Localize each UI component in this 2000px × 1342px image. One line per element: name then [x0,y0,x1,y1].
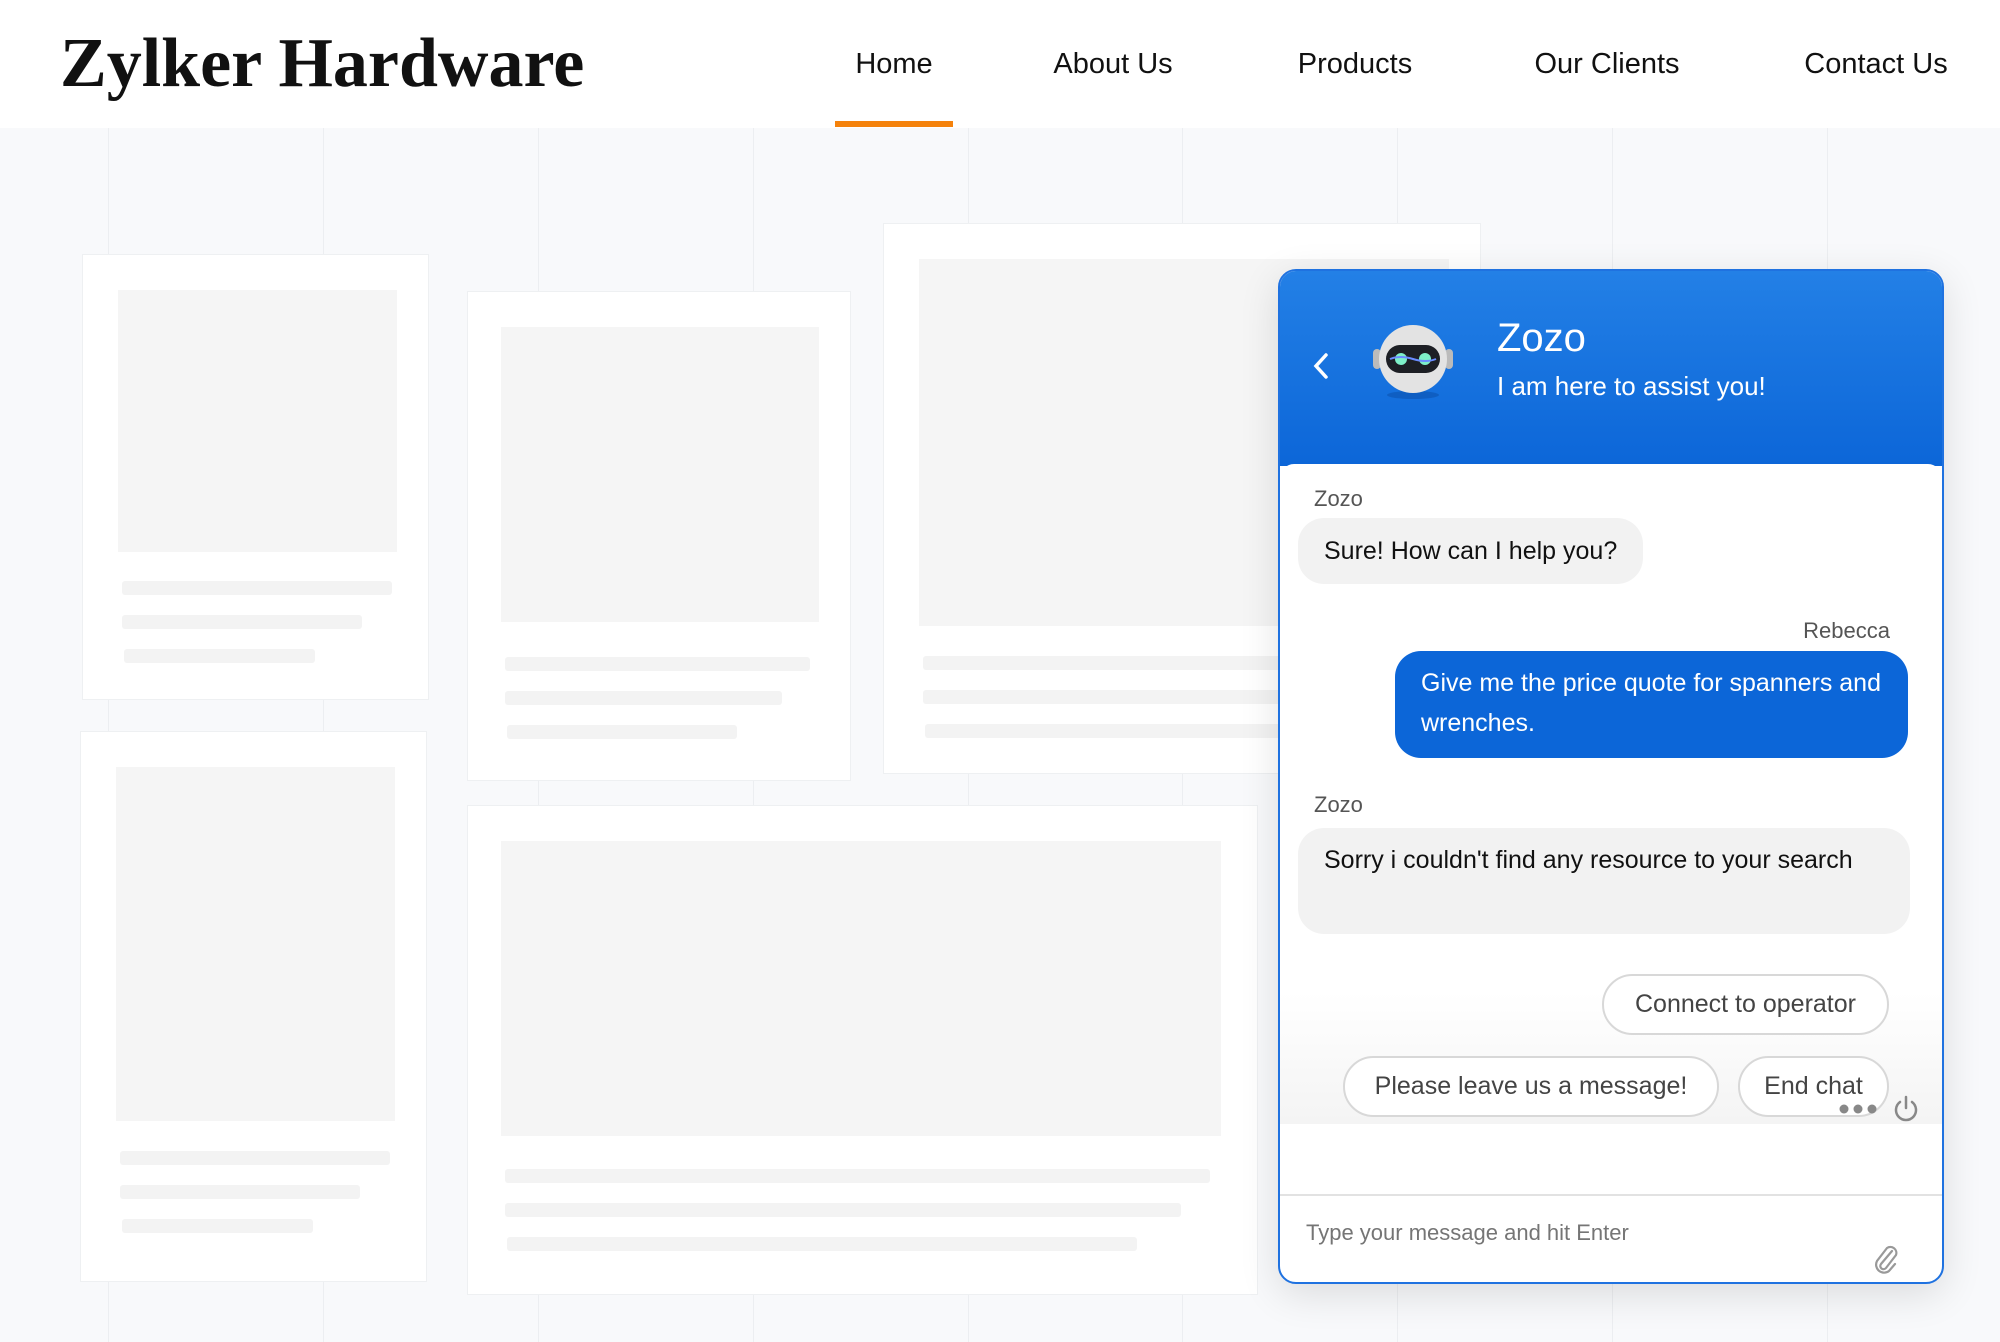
connect-to-operator-button[interactable]: Connect to operator [1602,974,1889,1035]
more-options-icon[interactable] [1838,1103,1878,1115]
bot-name: Zozo [1497,316,1586,360]
message-sender: Rebecca [1803,618,1890,643]
bot-avatar-icon [1373,325,1453,399]
message-sender: Zozo [1314,792,1363,817]
bot-message: Sorry i couldn't find any resource to yo… [1298,828,1910,934]
message-sender: Zozo [1314,486,1363,511]
leave-message-button[interactable]: Please leave us a message! [1343,1056,1719,1117]
site-header: Zylker Hardware Home About Us Products O… [0,0,2000,128]
message-input[interactable] [1306,1211,1846,1255]
nav-products[interactable]: Products [1298,48,1412,81]
chat-header: Zozo I am here to assist you! [1280,271,1942,466]
chat-widget: Zozo I am here to assist you! Zozo Sure!… [1278,269,1944,1284]
placeholder-card [467,291,851,781]
nav-our-clients[interactable]: Our Clients [1534,48,1679,81]
nav-home[interactable]: Home [855,48,932,81]
user-message: Give me the price quote for spanners and… [1395,651,1908,758]
site-logo[interactable]: Zylker Hardware [60,24,584,104]
placeholder-card [80,731,427,1282]
bot-tagline: I am here to assist you! [1497,371,1766,401]
placeholder-card [467,805,1258,1295]
chat-messages: Zozo Sure! How can I help you? Rebecca G… [1280,464,1942,1124]
attachment-icon[interactable] [1872,1243,1900,1275]
divider [1280,1194,1942,1196]
power-icon[interactable] [1892,1094,1920,1124]
bot-message: Sure! How can I help you? [1298,518,1644,584]
back-arrow-icon[interactable] [1310,351,1332,381]
placeholder-card [82,254,429,700]
nav-contact-us[interactable]: Contact Us [1804,48,1947,81]
nav-about-us[interactable]: About Us [1053,48,1172,81]
active-nav-indicator [835,121,953,127]
